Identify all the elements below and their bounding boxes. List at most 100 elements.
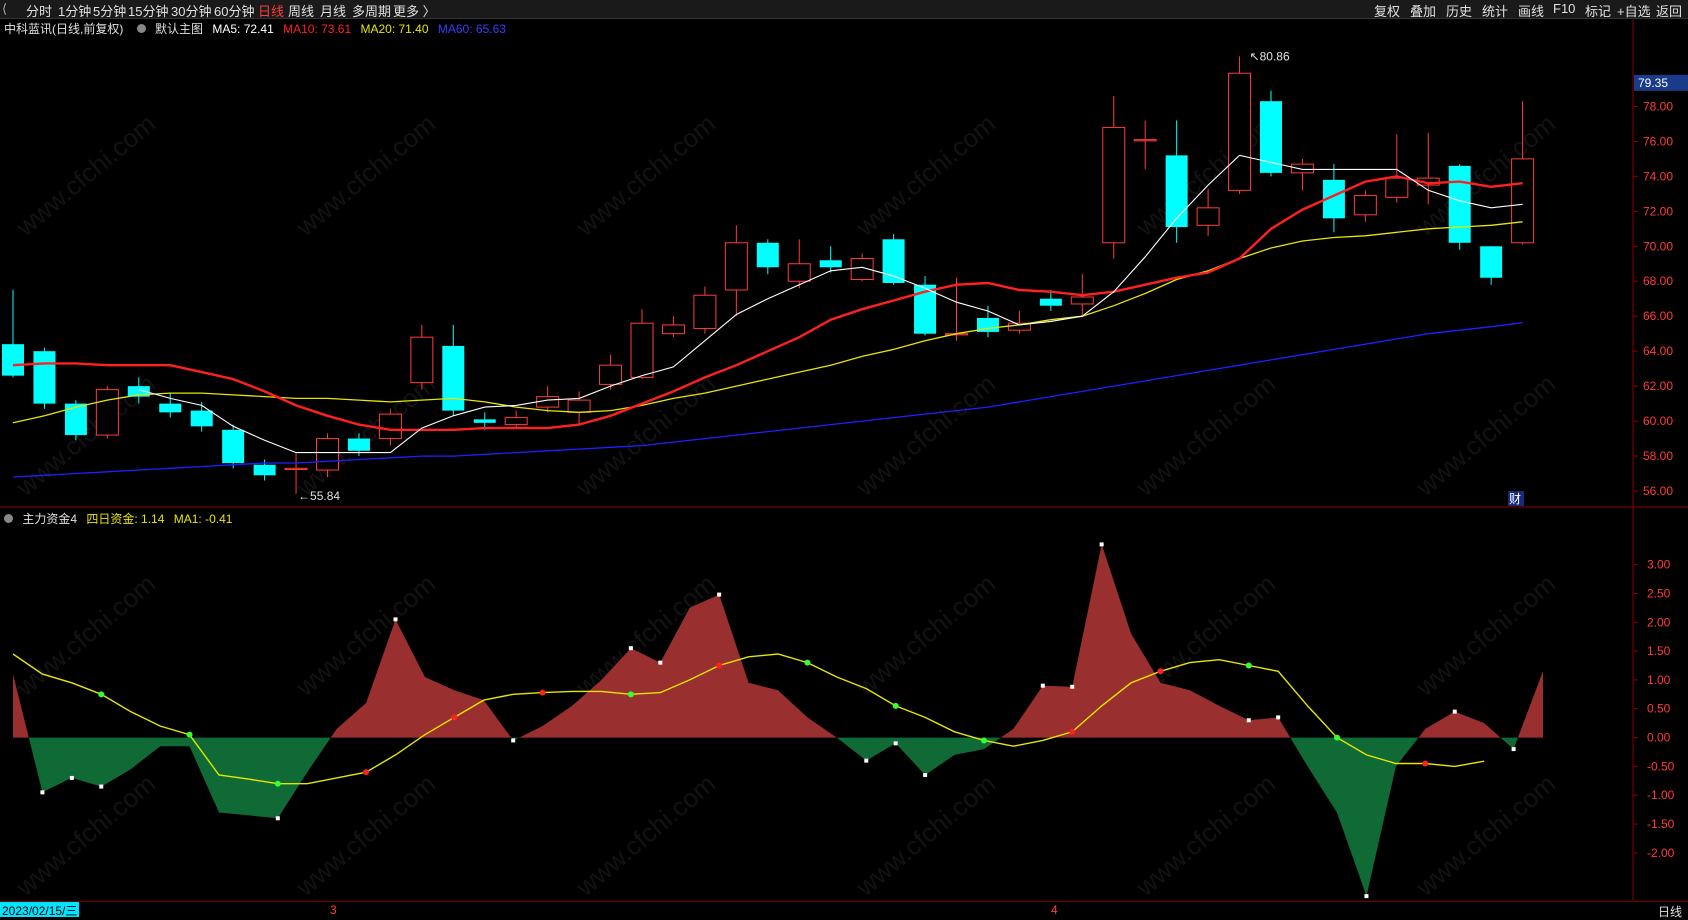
candle-body-down xyxy=(442,345,465,411)
fund-extreme-marker xyxy=(923,773,928,778)
indicator-tick-label: 2.50 xyxy=(1647,586,1671,600)
candle-body-up xyxy=(1228,72,1252,191)
candle-body-up xyxy=(693,294,717,329)
candle-body-up xyxy=(661,324,685,335)
ma1-signal-dot xyxy=(892,702,899,709)
candle-body-up xyxy=(1133,139,1157,142)
candle-body-down xyxy=(1039,298,1062,306)
indicator-tick-label: -2.00 xyxy=(1647,846,1675,860)
candle-body-up xyxy=(1385,177,1409,198)
fund-extreme-marker xyxy=(1452,709,1457,714)
candle-body-up xyxy=(724,242,748,291)
fund-extreme-marker xyxy=(40,790,45,795)
candle-body-up xyxy=(95,389,119,436)
current-price-label: 79.35 xyxy=(1638,76,1668,90)
fund-extreme-marker xyxy=(69,775,74,780)
fund-extreme-marker xyxy=(1364,894,1369,899)
price-tick-label: 72.00 xyxy=(1643,204,1673,218)
ma5-line xyxy=(138,154,1523,454)
fund-extreme-marker xyxy=(393,617,398,622)
fund-extreme-marker xyxy=(275,816,280,821)
candle-body-down xyxy=(473,419,496,423)
candle-body-down xyxy=(190,410,213,427)
ma1-signal-dot xyxy=(1422,760,1429,767)
candle-body-up xyxy=(504,417,528,426)
candle-body-down xyxy=(64,403,87,436)
candle-body-up xyxy=(1511,158,1535,244)
indicator-tick-label: 1.00 xyxy=(1647,673,1671,687)
month-mark-4: 4 xyxy=(1051,903,1058,917)
price-tick-label: 62.00 xyxy=(1643,379,1673,393)
ma1-signal-dot xyxy=(451,714,458,721)
fund-extreme-marker xyxy=(864,758,869,763)
finance-badge-label: 财 xyxy=(1509,492,1521,506)
fund-extreme-marker xyxy=(1511,747,1516,752)
ma1-signal-dot xyxy=(274,780,281,787)
time-axis-bar: 2023/02/15/三 3 4 日线 xyxy=(0,901,1688,919)
ma1-signal-dot xyxy=(1069,728,1076,735)
fund-extreme-marker xyxy=(1099,542,1104,547)
fund-extreme-marker xyxy=(511,738,516,743)
ma1-signal-dot xyxy=(716,662,723,669)
fund-extreme-marker xyxy=(893,741,898,746)
candle-body-down xyxy=(1165,155,1188,228)
candle-body-up xyxy=(1102,126,1126,244)
ma1-signal-dot xyxy=(980,737,987,744)
fund-extreme-marker xyxy=(99,784,104,789)
ma1-signal-dot xyxy=(627,691,634,698)
candle-body-down xyxy=(222,429,245,464)
candle-body-down xyxy=(819,260,842,268)
candle-body-down xyxy=(347,438,370,451)
indicator-tick-label: -1.00 xyxy=(1647,788,1675,802)
indicator-tick-label: 1.50 xyxy=(1647,644,1671,658)
price-tick-label: 70.00 xyxy=(1643,239,1673,253)
ma1-signal-dot xyxy=(1334,734,1341,741)
stock-chart[interactable]: ↖80.86 ←55.84 财 78.00 76.00 74.00 72.00 70.00 6… xyxy=(0,0,1688,900)
candle-body-up xyxy=(599,364,623,385)
positive-fund-area xyxy=(13,544,1543,738)
fund-extreme-marker xyxy=(628,646,633,651)
price-tick-label: 78.00 xyxy=(1643,99,1673,113)
indicator-tick-label: 0.50 xyxy=(1647,702,1671,716)
fund-extreme-marker xyxy=(717,592,722,597)
candle-body-down xyxy=(756,242,779,268)
negative-fund-area xyxy=(13,737,1543,897)
candle-body-up xyxy=(1196,207,1220,226)
indicator-tick-label: -0.50 xyxy=(1647,759,1675,773)
ma1-signal-dot xyxy=(98,691,105,698)
fund-extreme-marker xyxy=(1070,684,1075,689)
candle-body-down xyxy=(33,351,56,404)
price-tick-label: 60.00 xyxy=(1643,414,1673,428)
candle-body-up xyxy=(410,336,434,384)
price-tick-label: 68.00 xyxy=(1643,274,1673,288)
ma1-signal-dot xyxy=(186,731,193,738)
price-tick-label: 66.00 xyxy=(1643,309,1673,323)
indicator-tick-label: 0.00 xyxy=(1647,731,1671,745)
price-tick-label: 64.00 xyxy=(1643,344,1673,358)
candle-body-down xyxy=(159,403,182,413)
period-label: 日线 xyxy=(1657,905,1682,919)
indicator-tick-label: 3.00 xyxy=(1647,558,1671,572)
price-axis: 78.00 76.00 74.00 72.00 70.00 68.00 66.00 64.00… xyxy=(1633,74,1688,498)
ma1-signal-dot xyxy=(1157,668,1164,675)
indicator-pane xyxy=(12,542,1543,899)
fund-extreme-marker xyxy=(1040,683,1045,688)
indicator-tick-label: 2.00 xyxy=(1647,615,1671,629)
fund-extreme-marker xyxy=(1246,718,1251,723)
price-tick-label: 56.00 xyxy=(1643,484,1673,498)
high-price-label: ↖80.86 xyxy=(1250,49,1290,63)
ma1-signal-dot xyxy=(1245,662,1252,669)
candle-body-up xyxy=(567,399,591,413)
cursor-date-label: 2023/02/15/三 xyxy=(0,902,80,918)
price-tick-label: 58.00 xyxy=(1643,449,1673,463)
low-price-label: ←55.84 xyxy=(298,489,340,503)
candle-body-up xyxy=(630,322,654,378)
ma1-signal-dot xyxy=(363,769,370,776)
candlestick-pane: ↖80.86 ←55.84 财 xyxy=(2,49,1535,506)
indicator-axis: 3.00 2.50 2.00 1.50 1.00 0.50 0.00 -0.50 -1.00 -1… xyxy=(1633,558,1675,860)
candle-body-up xyxy=(316,438,339,471)
ma1-signal-dot xyxy=(804,659,811,666)
candle-body-up xyxy=(1070,296,1094,305)
candle-body-down xyxy=(1480,246,1503,278)
fund-extreme-marker xyxy=(1276,715,1281,720)
